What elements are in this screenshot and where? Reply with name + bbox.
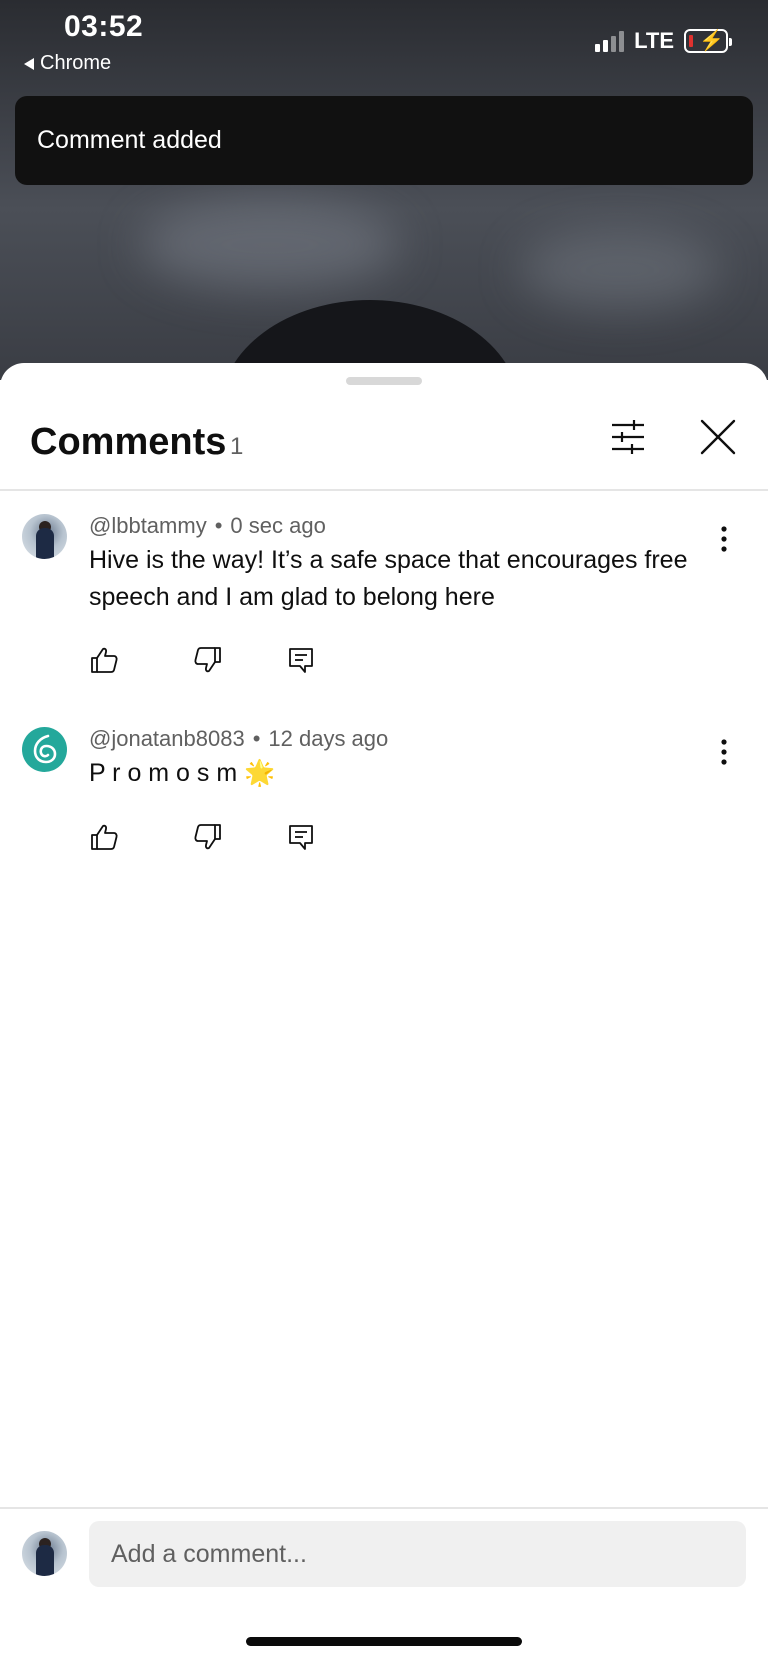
comments-title: Comments — [30, 421, 227, 463]
status-time: 03:52 — [64, 10, 144, 43]
sliders-icon — [612, 420, 644, 454]
thumbs-up-icon — [91, 647, 118, 673]
video-blur — [140, 200, 400, 290]
close-icon — [700, 419, 736, 455]
reply-comment-icon — [289, 825, 313, 850]
avatar[interactable] — [22, 514, 67, 559]
close-button[interactable] — [696, 415, 740, 459]
comment-menu-button[interactable] — [712, 737, 736, 767]
back-to-app-link[interactable]: Chrome — [24, 52, 111, 75]
comment-meta: @lbbtammy • 0 sec ago — [89, 513, 326, 539]
filter-button[interactable] — [606, 415, 650, 459]
meta-separator: • — [252, 726, 261, 751]
meta-separator: • — [214, 513, 223, 538]
avatar[interactable] — [22, 727, 67, 772]
video-blur — [520, 230, 720, 310]
drag-handle[interactable] — [346, 377, 422, 385]
comment-text: Hive is the way! It’s a safe space that … — [89, 546, 688, 611]
comment-time: 0 sec ago — [230, 513, 326, 538]
like-button[interactable] — [89, 645, 119, 675]
add-comment-input[interactable] — [89, 1521, 746, 1587]
avatar — [22, 1531, 67, 1576]
dislike-button[interactable] — [193, 645, 223, 675]
comments-header: Comments 1 — [0, 403, 768, 490]
status-indicators: LTE ⚡ — [595, 28, 732, 54]
reply-comment-icon — [289, 648, 313, 673]
comment-text: P r o m o s m 🌟 — [89, 759, 276, 787]
reply-button[interactable] — [286, 645, 316, 675]
like-button[interactable] — [89, 822, 119, 852]
back-arrow-icon — [24, 57, 34, 70]
reply-button[interactable] — [286, 822, 316, 852]
video-background — [0, 0, 768, 380]
thumbs-down-icon — [194, 824, 221, 850]
thumbs-up-icon — [91, 824, 118, 850]
network-label: LTE — [634, 28, 674, 53]
home-indicator[interactable] — [246, 1637, 522, 1646]
comments-count: 1 — [230, 433, 244, 460]
comment-author[interactable]: @jonatanb8083 — [89, 726, 245, 751]
swirl-logo-icon — [33, 734, 57, 764]
comment-meta: @jonatanb8083 • 12 days ago — [89, 726, 388, 752]
signal-icon — [595, 30, 625, 52]
dislike-button[interactable] — [193, 822, 223, 852]
more-vertical-icon — [721, 739, 727, 765]
thumbs-down-icon — [194, 647, 221, 673]
composer-divider — [0, 1507, 768, 1509]
back-app-label: Chrome — [40, 52, 112, 74]
more-vertical-icon — [721, 526, 727, 552]
comment-author[interactable]: @lbbtammy — [89, 513, 207, 538]
header-divider — [0, 489, 768, 491]
comment-time: 12 days ago — [268, 726, 389, 751]
toast-notification: Comment added — [15, 96, 753, 185]
comment-menu-button[interactable] — [712, 524, 736, 554]
battery-charging-icon: ⚡ — [684, 29, 732, 53]
toast-message: Comment added — [37, 126, 222, 154]
